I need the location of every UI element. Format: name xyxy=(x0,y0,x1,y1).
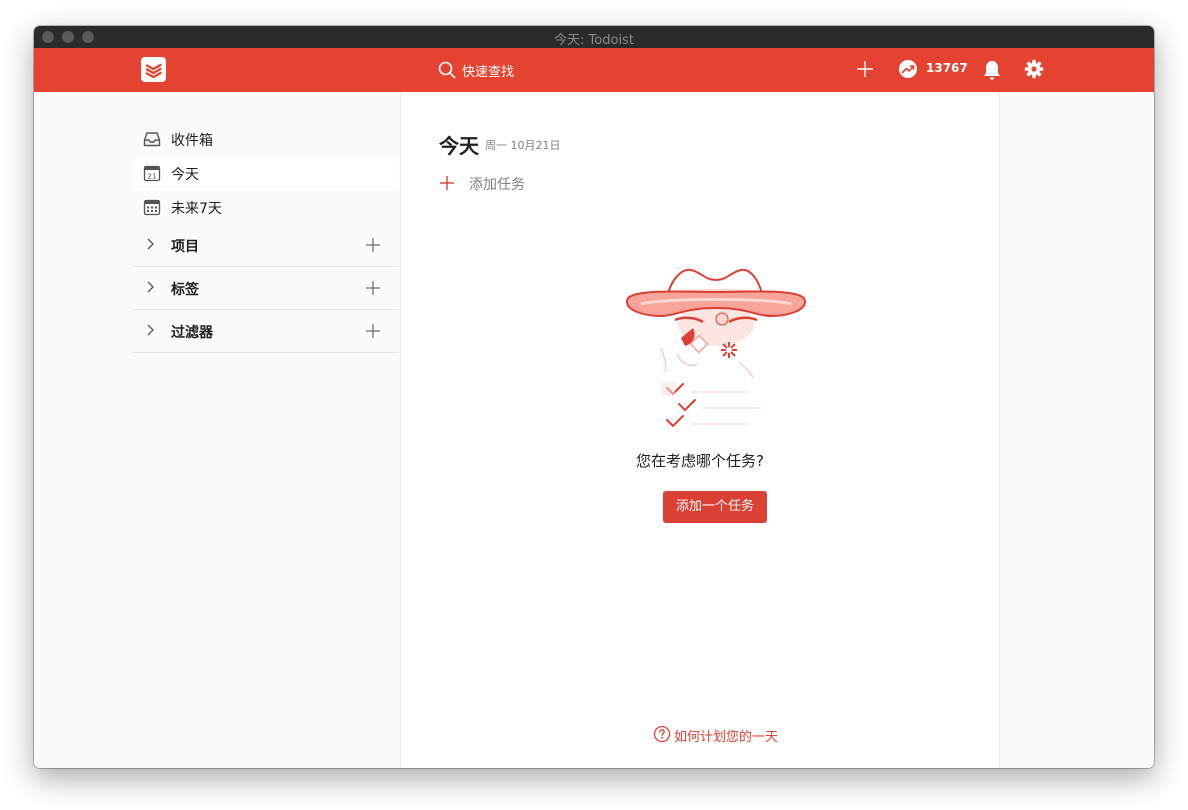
window-title: 今天: Todoist xyxy=(554,33,634,48)
inbox-icon xyxy=(143,130,161,152)
karma-count[interactable]: 13767 xyxy=(926,61,968,75)
plus-icon xyxy=(439,175,455,195)
app-window: 今天: Todoist 快速查找 13767 收件箱 21 今天 未来7天 项目… xyxy=(34,26,1154,768)
top-bar: 快速查找 13767 xyxy=(34,48,1154,92)
add-task-button[interactable]: 添加任务 xyxy=(439,174,559,194)
calendar-week-icon xyxy=(143,198,161,220)
help-link[interactable]: 如何计划您的一天 xyxy=(653,725,793,745)
help-link-label: 如何计划您的一天 xyxy=(674,730,779,745)
bell-icon[interactable] xyxy=(982,59,1002,85)
page-date: 周一 10月21日 xyxy=(485,139,561,152)
empty-state-question: 您在考虑哪个任务? xyxy=(636,452,764,470)
sidebar-item-label: 收件箱 xyxy=(171,133,213,149)
help-circle-icon xyxy=(653,725,671,747)
sidebar-item-label: 今天 xyxy=(171,167,199,183)
calendar-day-number: 21 xyxy=(148,172,157,180)
title-bar: 今天: Todoist xyxy=(34,26,1154,48)
search-icon[interactable] xyxy=(438,61,456,83)
add-task-label: 添加任务 xyxy=(469,177,525,193)
right-pane xyxy=(1000,92,1154,768)
chevron-right-icon[interactable] xyxy=(145,322,155,341)
main-content: 今天 周一 10月21日 添加任务 您在考虑哪个任务? 添加一个任务 如何计划您… xyxy=(400,92,1000,768)
calendar-today-icon: 21 xyxy=(143,164,161,186)
sidebar-item-label: 未来7天 xyxy=(171,201,222,217)
gear-icon[interactable] xyxy=(1024,59,1044,83)
quick-find-input[interactable]: 快速查找 xyxy=(462,61,514,80)
quick-add-button[interactable] xyxy=(856,60,874,82)
sidebar-item-inbox[interactable]: 收件箱 xyxy=(133,122,399,156)
sidebar: 收件箱 21 今天 未来7天 项目 标签 过滤器 xyxy=(34,92,400,768)
karma-icon[interactable] xyxy=(898,59,918,83)
section-label: 项目 xyxy=(171,239,199,255)
sidebar-section-labels[interactable]: 标签 xyxy=(133,267,399,310)
add-label-button[interactable] xyxy=(365,280,381,300)
chevron-right-icon[interactable] xyxy=(145,279,155,298)
section-label: 过滤器 xyxy=(171,325,213,341)
page-title: 今天 xyxy=(439,134,479,158)
add-project-button[interactable] xyxy=(365,237,381,257)
sidebar-section-filters[interactable]: 过滤器 xyxy=(133,310,399,353)
add-filter-button[interactable] xyxy=(365,323,381,343)
empty-state-illustration xyxy=(621,258,811,442)
add-first-task-button[interactable]: 添加一个任务 xyxy=(663,491,767,523)
sidebar-section-projects[interactable]: 项目 xyxy=(133,224,399,267)
chevron-right-icon[interactable] xyxy=(145,236,155,255)
todoist-logo-icon[interactable] xyxy=(141,57,166,82)
sidebar-item-today[interactable]: 21 今天 xyxy=(133,156,399,190)
sidebar-item-next-7-days[interactable]: 未来7天 xyxy=(133,190,399,224)
section-label: 标签 xyxy=(171,282,199,298)
